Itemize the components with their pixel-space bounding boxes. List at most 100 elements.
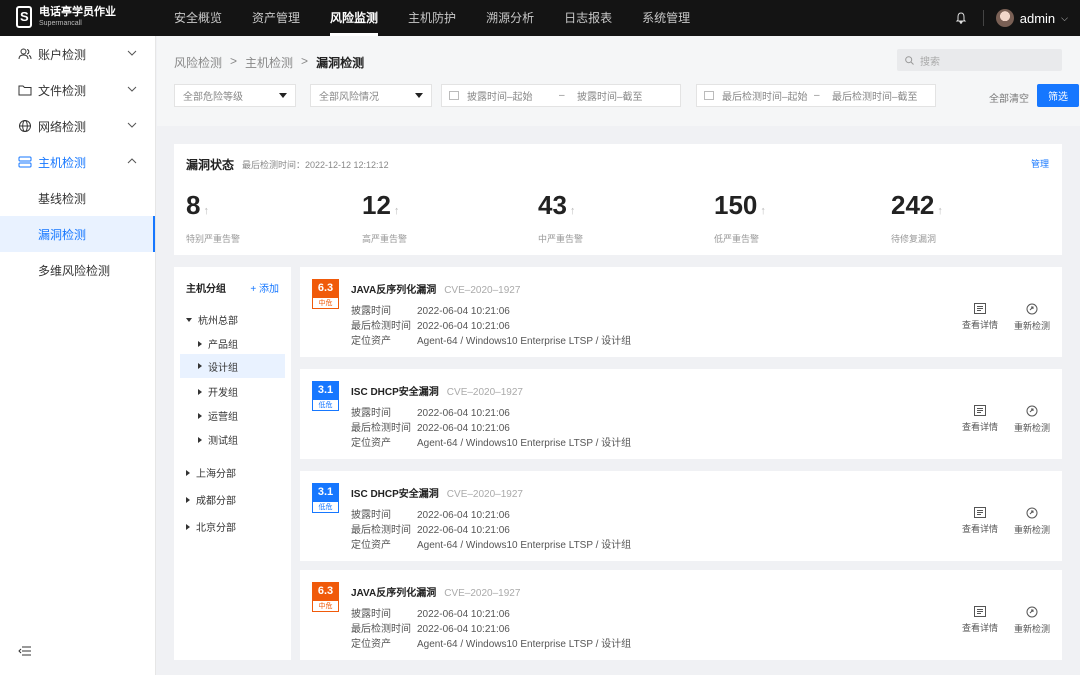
caret-right-icon (186, 523, 190, 530)
tree-node-test[interactable]: 测试组 (198, 432, 238, 447)
tree-node-chengdu[interactable]: 成都分部 (186, 492, 236, 507)
sidebar-item-host[interactable]: 主机检测 (0, 144, 155, 180)
tree-node-dev[interactable]: 开发组 (198, 384, 238, 399)
check-start-field[interactable]: 最后检测时间–起始 (722, 88, 814, 103)
view-details-button[interactable]: 查看详情 (962, 606, 998, 634)
stat-value: 8 (186, 190, 201, 220)
avatar[interactable] (995, 9, 1014, 27)
score-badge: 6.3 中危 (312, 279, 339, 311)
field-label: 定位资产 (351, 639, 391, 650)
sidebar-item-account[interactable]: 账户检测 (0, 36, 155, 72)
vulnerability-card[interactable]: 6.3 中危 JAVA反序列化漏洞 CVE–2020–1927 披露时间 2022-0… (300, 570, 1062, 660)
recheck-button[interactable]: 重新检测 (1014, 606, 1050, 635)
check-end-field[interactable]: 最后检测时间–截至 (832, 88, 918, 103)
field-value: 2022-06-04 10:21:06 (417, 624, 510, 635)
recheck-button[interactable]: 重新检测 (1014, 405, 1050, 434)
caret-right-icon (198, 388, 202, 395)
vuln-title: JAVA反序列化漏洞 CVE–2020–1927 (351, 281, 520, 296)
check-time-range[interactable]: 最后检测时间–起始 – 最后检测时间–截至 (696, 84, 936, 107)
user-name[interactable]: admin (1020, 11, 1055, 26)
check-time-row: 最后检测时间 2022-06-04 10:21:06 (351, 620, 510, 635)
tree-node-ops[interactable]: 运营组 (198, 408, 238, 423)
tree-node-product[interactable]: 产品组 (198, 336, 238, 351)
clear-all-button[interactable]: 全部清空 (989, 90, 1029, 105)
topnav-log-reports[interactable]: 日志报表 (564, 0, 612, 36)
tree-node-label: 北京分部 (196, 523, 236, 534)
topnav-security-overview[interactable]: 安全概览 (174, 0, 222, 36)
host-group-tree: 主机分组 + 添加 杭州总部 产品组 设计组 开发组 运营组 测试组 上海分部 … (174, 267, 291, 660)
vuln-title: ISC DHCP安全漏洞 CVE–2020–1927 (351, 485, 523, 500)
status-last-check: 最后检测时间：2022-12-12 12:12:12 (242, 160, 389, 170)
stat-pending-fix: 242 ↑ 待修复漏洞 (891, 188, 943, 245)
view-details-button[interactable]: 查看详情 (962, 507, 998, 535)
vuln-name: JAVA反序列化漏洞 (351, 588, 437, 599)
recheck-button[interactable]: 重新检测 (1014, 507, 1050, 536)
add-group-button[interactable]: + 添加 (250, 280, 279, 295)
sidebar-subitem-baseline[interactable]: 基线检测 (0, 180, 155, 216)
sidebar-subitem-vulnerability[interactable]: 漏洞检测 (0, 216, 155, 252)
severity-label: 低危 (312, 399, 339, 411)
expose-start-field[interactable]: 披露时间–起始 (467, 88, 559, 103)
tree-node-design[interactable]: 设计组 (180, 354, 285, 378)
vulnerability-card[interactable]: 3.1 低危 ISC DHCP安全漏洞 CVE–2020–1927 披露时间 2022… (300, 471, 1062, 561)
vulnerability-card[interactable]: 3.1 低危 ISC DHCP安全漏洞 CVE–2020–1927 披露时间 2022… (300, 369, 1062, 459)
sidebar-item-label: 网络检测 (38, 119, 87, 134)
topnav-asset-management[interactable]: 资产管理 (252, 0, 300, 36)
users-icon (18, 48, 32, 60)
search-icon (905, 55, 914, 65)
tree-node-shanghai[interactable]: 上海分部 (186, 465, 236, 480)
field-value: Agent-64 / Windows10 Enterprise LTSP / 设… (417, 336, 632, 347)
sidebar-subitem-multi-risk[interactable]: 多维风险检测 (0, 252, 155, 288)
breadcrumb-host-detection[interactable]: 主机检测 (245, 54, 293, 71)
vuln-cve: CVE–2020–1927 (444, 285, 521, 296)
sidebar-item-label: 主机检测 (38, 155, 87, 170)
vulnerability-card[interactable]: 6.3 中危 JAVA反序列化漏洞 CVE–2020–1927 披露时间 2022-0… (300, 267, 1062, 357)
arrow-up-icon: ↑ (937, 205, 943, 217)
action-label: 重新检测 (1014, 525, 1051, 535)
view-details-button[interactable]: 查看详情 (962, 405, 998, 433)
stat-high: 12 ↑ 高严重告警 (362, 188, 407, 245)
topnav-risk-monitoring[interactable]: 风险监测 (330, 0, 379, 36)
vulnerability-status-card: 漏洞状态 最后检测时间：2022-12-12 12:12:12 管理 8 ↑ 特别… (174, 144, 1062, 255)
stat-medium: 43 ↑ 中严重告警 (538, 188, 583, 245)
sidebar-item-file[interactable]: 文件检测 (0, 72, 155, 108)
search-input[interactable]: 搜索 (897, 49, 1062, 71)
manage-link[interactable]: 管理 (1031, 157, 1049, 170)
tree-node-hangzhou[interactable]: 杭州总部 (186, 312, 238, 327)
danger-level-select[interactable]: 全部危险等级 (174, 84, 296, 107)
risk-status-select[interactable]: 全部风险情况 (310, 84, 432, 107)
sidebar-item-network[interactable]: 网络检测 (0, 108, 155, 144)
score-value: 6.3 (312, 582, 339, 600)
caret-right-icon (186, 496, 190, 503)
expose-time-range[interactable]: 披露时间–起始 – 披露时间–截至 (441, 84, 681, 107)
tree-node-label: 设计组 (208, 362, 238, 374)
vuln-cve: CVE–2020–1927 (444, 588, 521, 599)
expose-end-field[interactable]: 披露时间–截至 (577, 88, 643, 103)
arrow-up-icon: ↑ (569, 205, 576, 217)
chevron-down-icon[interactable]: ⌵ (1061, 13, 1068, 24)
recheck-button[interactable]: 重新检测 (1014, 303, 1050, 332)
topnav-trace-analysis[interactable]: 溯源分析 (486, 0, 534, 36)
filter-button[interactable]: 筛选 (1037, 84, 1079, 107)
breadcrumb-risk-detection[interactable]: 风险检测 (174, 54, 222, 71)
document-icon (974, 405, 986, 416)
tree-node-beijing[interactable]: 北京分部 (186, 519, 236, 534)
field-label: 披露时间 (351, 609, 391, 620)
asset-row: 定位资产 Agent-64 / Windows10 Enterprise LTSP… (351, 434, 631, 449)
field-value: Agent-64 / Windows10 Enterprise LTSP / 设… (417, 438, 632, 449)
refresh-icon (1026, 606, 1038, 618)
stat-value: 43 (538, 190, 567, 220)
score-badge: 6.3 中危 (312, 582, 339, 614)
bell-icon[interactable] (955, 12, 967, 24)
view-details-button[interactable]: 查看详情 (962, 303, 998, 331)
field-value: 2022-06-04 10:21:06 (417, 423, 510, 434)
logo[interactable]: 电话亭学员作业 Supermancall (16, 6, 116, 28)
risk-status-value: 全部风险情况 (319, 92, 379, 103)
stat-label: 待修复漏洞 (891, 234, 937, 244)
breadcrumb-separator: > (230, 54, 238, 68)
tree-node-label: 杭州总部 (198, 316, 238, 327)
refresh-icon (1026, 405, 1038, 417)
topnav-system-management[interactable]: 系统管理 (642, 0, 690, 36)
topnav-host-protection[interactable]: 主机防护 (408, 0, 456, 36)
collapse-sidebar-icon[interactable] (18, 645, 32, 657)
